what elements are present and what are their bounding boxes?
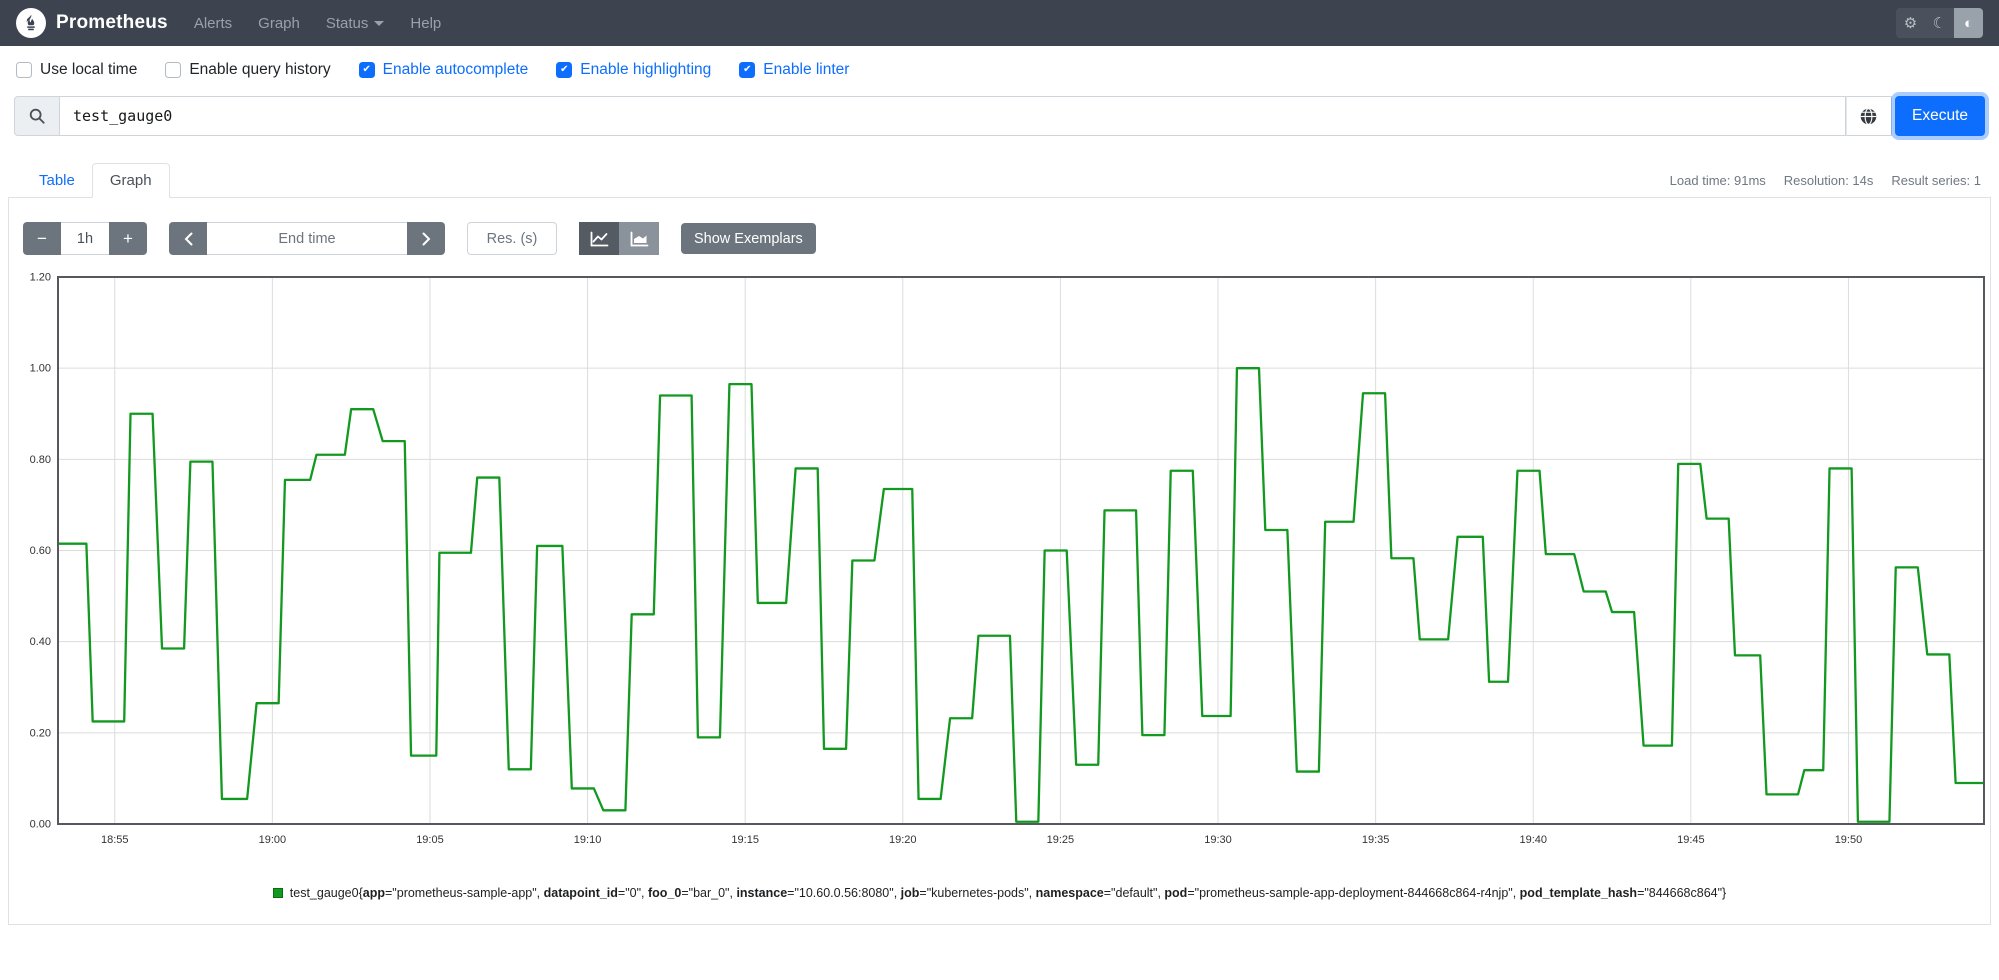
resolution: Resolution: 14s xyxy=(1783,173,1874,188)
checkbox-icon[interactable] xyxy=(556,62,573,78)
svg-text:0.60: 0.60 xyxy=(30,545,51,557)
option-enable-highlighting[interactable]: Enable highlighting xyxy=(556,61,711,79)
nav-item-status[interactable]: Status xyxy=(326,15,385,32)
line-chart-icon[interactable] xyxy=(579,222,619,255)
option-use-local-time[interactable]: Use local time xyxy=(16,61,137,79)
execute-button[interactable]: Execute xyxy=(1894,96,1985,136)
svg-text:19:50: 19:50 xyxy=(1835,834,1863,846)
svg-text:0.00: 0.00 xyxy=(30,819,51,831)
stacked-chart-icon[interactable] xyxy=(619,222,659,255)
chart-type-group xyxy=(579,222,659,255)
query-bar: Execute xyxy=(14,96,1985,136)
line-chart[interactable]: 0.00 0.20 0.40 0.60 0.80 1.00 1.20 18:55 19:00 19… xyxy=(18,269,1990,855)
range-input[interactable] xyxy=(61,222,109,255)
option-enable-autocomplete[interactable]: Enable autocomplete xyxy=(358,61,528,79)
svg-text:18:55: 18:55 xyxy=(101,834,129,846)
svg-text:1.00: 1.00 xyxy=(30,363,51,375)
series-swatch-icon xyxy=(272,888,283,898)
end-time-input[interactable] xyxy=(207,222,407,255)
checkbox-icon[interactable] xyxy=(165,62,182,78)
svg-text:19:20: 19:20 xyxy=(889,834,917,846)
query-stats: Load time: 91ms Resolution: 14s Result s… xyxy=(1670,173,1981,188)
load-time: Load time: 91ms xyxy=(1669,173,1766,188)
svg-text:0.40: 0.40 xyxy=(30,636,51,648)
options-row: Use local time Enable query history Enab… xyxy=(0,46,1999,96)
time-back-chevron-left-icon[interactable] xyxy=(169,222,207,255)
svg-text:19:10: 19:10 xyxy=(574,834,602,846)
nav-item-help[interactable]: Help xyxy=(410,15,441,32)
svg-text:19:35: 19:35 xyxy=(1362,834,1390,846)
series-label[interactable]: test_gauge0{app="prometheus-sample-app",… xyxy=(290,886,1726,900)
chevron-down-icon xyxy=(374,20,385,26)
option-enable-linter[interactable]: Enable linter xyxy=(739,61,849,79)
svg-text:19:25: 19:25 xyxy=(1047,834,1075,846)
svg-text:19:30: 19:30 xyxy=(1204,834,1232,846)
search-icon xyxy=(14,96,60,136)
endtime-group xyxy=(169,222,445,255)
metrics-explorer-globe-icon[interactable] xyxy=(1845,96,1892,136)
brand-title: Prometheus xyxy=(56,12,168,33)
svg-text:19:15: 19:15 xyxy=(731,834,759,846)
show-exemplars-button[interactable]: Show Exemplars xyxy=(681,223,816,254)
settings-gear-icon[interactable]: ⚙ xyxy=(1896,8,1925,38)
range-group: − + xyxy=(23,222,147,255)
range-decrease-button[interactable]: − xyxy=(23,222,61,255)
checkbox-icon[interactable] xyxy=(358,62,375,78)
time-forward-chevron-right-icon[interactable] xyxy=(407,222,445,255)
navbar: Prometheus Alerts Graph Status Help ⚙ ☾ … xyxy=(0,0,1999,46)
range-increase-button[interactable]: + xyxy=(109,222,147,255)
svg-text:1.20: 1.20 xyxy=(30,272,51,284)
tab-graph[interactable]: Graph xyxy=(91,163,170,198)
theme-toggle-group: ⚙ ☾ ◐ xyxy=(1896,8,1983,38)
resolution-input[interactable] xyxy=(467,222,557,255)
svg-text:19:45: 19:45 xyxy=(1677,834,1705,846)
graph-controls: − + xyxy=(9,222,1990,255)
auto-theme-contrast-icon[interactable]: ◐ xyxy=(1954,8,1983,38)
tab-table[interactable]: Table xyxy=(22,164,92,197)
result-series: Result series: 1 xyxy=(1891,173,1981,188)
checkbox-icon[interactable] xyxy=(16,62,32,78)
svg-text:0.20: 0.20 xyxy=(30,727,51,739)
svg-text:19:40: 19:40 xyxy=(1519,834,1547,846)
brand[interactable]: Prometheus xyxy=(16,8,168,38)
dark-mode-moon-icon[interactable]: ☾ xyxy=(1925,8,1954,38)
checkbox-icon[interactable] xyxy=(739,62,756,78)
nav-item-alerts[interactable]: Alerts xyxy=(194,15,232,32)
svg-text:19:00: 19:00 xyxy=(259,834,287,846)
svg-text:19:05: 19:05 xyxy=(416,834,444,846)
prometheus-logo-icon xyxy=(16,8,46,38)
query-input[interactable] xyxy=(60,96,1846,136)
chart[interactable]: 0.00 0.20 0.40 0.60 0.80 1.00 1.20 18:55 19:00 19… xyxy=(18,269,1985,860)
tabs-row: Table Graph Load time: 91ms Resolution: … xyxy=(8,160,1991,198)
option-enable-query-history[interactable]: Enable query history xyxy=(165,61,331,79)
graph-panel: − + xyxy=(8,198,1991,925)
legend: test_gauge0{app="prometheus-sample-app",… xyxy=(9,886,1990,900)
nav-item-graph[interactable]: Graph xyxy=(258,15,300,32)
svg-text:0.80: 0.80 xyxy=(30,454,51,466)
